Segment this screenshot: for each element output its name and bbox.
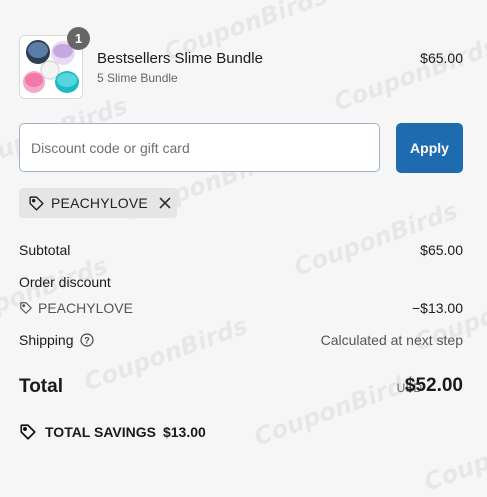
subtotal-value: $65.00	[420, 242, 463, 258]
savings-tag-icon	[19, 423, 37, 441]
product-variant: 5 Slime Bundle	[97, 71, 178, 85]
watermark: CouponBirds	[250, 366, 422, 452]
tag-icon	[28, 195, 45, 212]
product-price: $65.00	[420, 50, 463, 66]
remove-discount-icon[interactable]	[158, 196, 172, 210]
total-value: $52.00	[404, 375, 463, 396]
discount-field[interactable]	[19, 123, 380, 172]
savings-value: $13.00	[162, 424, 206, 440]
subtotal-label: Subtotal	[19, 242, 71, 258]
applied-code-label: PEACHYLOVE	[51, 195, 148, 211]
shipping-label: Shipping	[19, 332, 74, 348]
watermark: CouponBirds	[420, 411, 487, 497]
apply-button[interactable]: Apply	[396, 123, 463, 173]
watermark: CouponBirds	[0, 251, 112, 337]
discount-code-text: PEACHYLOVE	[38, 300, 133, 316]
discount-code-row: PEACHYLOVE	[19, 300, 133, 316]
watermark: CouponBirds	[330, 31, 487, 117]
watermark: CouponBirds	[80, 311, 252, 397]
watermark: CouponBirds	[290, 196, 462, 282]
order-discount-label: Order discount	[19, 274, 111, 290]
shipping-value: Calculated at next step	[320, 332, 463, 348]
quantity-badge: 1	[67, 27, 90, 50]
tag-icon	[19, 301, 33, 315]
shipping-row: Shipping ?	[19, 332, 94, 348]
help-icon[interactable]: ?	[79, 333, 94, 347]
product-title: Bestsellers Slime Bundle	[97, 50, 263, 67]
total-label: Total	[19, 376, 63, 397]
svg-text:?: ?	[84, 336, 90, 346]
total-savings: TOTAL SAVINGS $13.00	[19, 423, 206, 441]
applied-discount-chip: PEACHYLOVE	[19, 188, 177, 218]
discount-value: −$13.00	[412, 300, 463, 316]
discount-code-input[interactable]	[20, 124, 379, 171]
savings-label: TOTAL SAVINGS	[45, 424, 156, 440]
